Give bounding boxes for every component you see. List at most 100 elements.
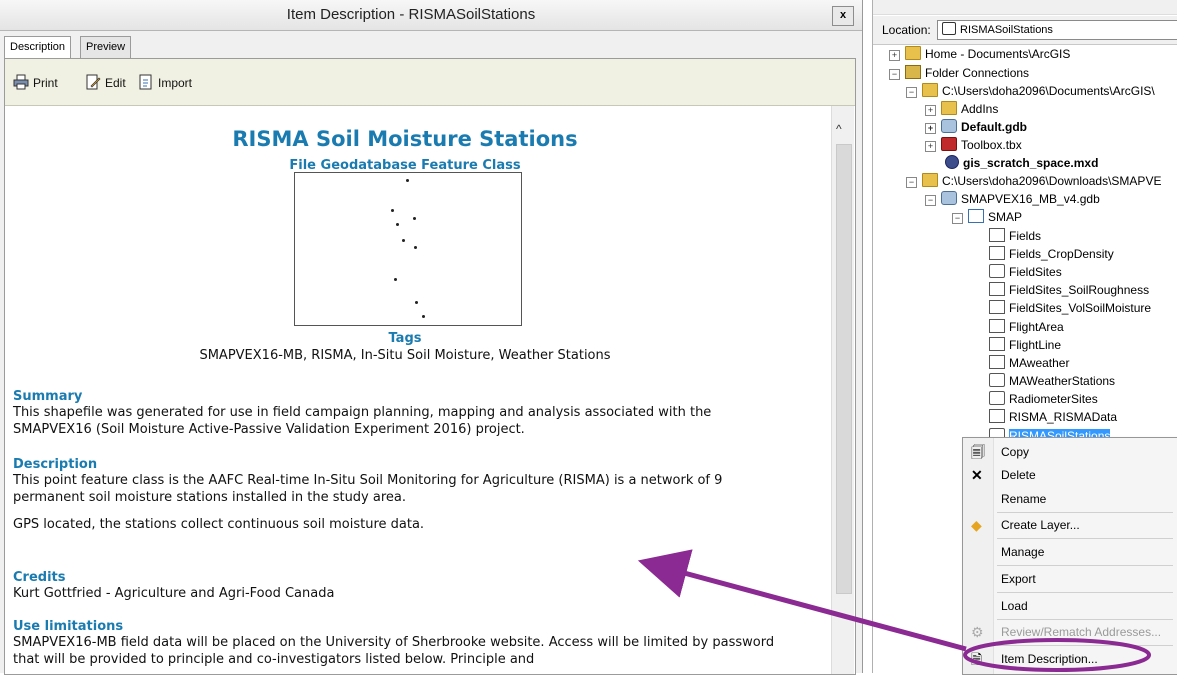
tree-item[interactable]: − SMAPVEX16_MB_v4.gdb	[925, 190, 1100, 208]
thumbnail-point	[422, 315, 425, 318]
tree-item[interactable]: gis_scratch_space.mxd	[945, 154, 1098, 172]
use-limitations-heading: Use limitations	[13, 619, 124, 634]
tree-item[interactable]: − Folder Connections	[889, 64, 1029, 82]
tree-item[interactable]: RISMA_RISMAData	[989, 408, 1117, 426]
tree-item[interactable]: RadiometerSites	[989, 390, 1098, 408]
tree-item[interactable]: FieldSites_SoilRoughness	[989, 281, 1149, 299]
copy-icon: 🗐	[971, 444, 985, 460]
expand-icon[interactable]: +	[925, 105, 936, 116]
import-button[interactable]: Import	[138, 73, 192, 93]
menu-item-label: Rename	[1001, 492, 1047, 506]
menu-item-export[interactable]: Export	[963, 568, 1177, 590]
credits-heading: Credits	[13, 570, 66, 585]
scrollbar-thumb[interactable]	[836, 144, 852, 594]
menu-item-item-description[interactable]: 🗎 Item Description...	[963, 648, 1177, 670]
close-button[interactable]: x	[832, 6, 854, 26]
tree-item[interactable]: − SMAP	[952, 208, 1022, 226]
tree-item[interactable]: Fields_CropDensity	[989, 245, 1114, 263]
menu-item-create-layer[interactable]: ◆ Create Layer...	[963, 514, 1177, 536]
print-button[interactable]: Print	[13, 73, 58, 93]
menu-item-manage[interactable]: Manage	[963, 541, 1177, 563]
collapse-icon[interactable]: −	[889, 69, 900, 80]
folder-icon	[941, 101, 957, 115]
polygon-feature-class-icon	[989, 319, 1005, 333]
tree-item[interactable]: FieldSites	[989, 263, 1062, 281]
tree-item[interactable]: FlightLine	[989, 336, 1061, 354]
tree-item-label: RISMA_RISMAData	[1009, 410, 1118, 424]
polygon-feature-class-icon	[989, 228, 1005, 242]
tree-item[interactable]: − C:\Users\doha2096\Downloads\SMAPVE	[906, 172, 1161, 190]
location-label: Location:	[882, 23, 931, 37]
menu-item-label: Copy	[1001, 445, 1030, 459]
window-title-bar: Item Description - RISMASoilStations x	[0, 0, 862, 31]
location-bar: Location: RISMASoilStations	[873, 16, 1177, 45]
expand-icon[interactable]: +	[925, 123, 936, 134]
collapse-icon[interactable]: −	[906, 87, 917, 98]
tree-item-label: C:\Users\doha2096\Downloads\SMAPVE	[942, 174, 1162, 188]
tree-item[interactable]: FieldSites_VolSoilMoisture	[989, 299, 1151, 317]
thumbnail-point	[402, 239, 405, 242]
collapse-icon[interactable]: −	[906, 177, 917, 188]
menu-item-copy[interactable]: 🗐 Copy	[963, 441, 1177, 463]
point-feature-class-icon	[989, 264, 1005, 278]
collapse-icon[interactable]: −	[952, 213, 963, 224]
tree-item-label: Fields	[1009, 229, 1042, 243]
item-description-window: Item Description - RISMASoilStations x D…	[0, 0, 863, 675]
edit-icon	[86, 74, 101, 90]
scroll-up-arrow-icon[interactable]: ^	[836, 122, 842, 136]
menu-item-delete[interactable]: ✕ Delete	[963, 464, 1177, 486]
catalog-toolbar	[873, 0, 1177, 15]
expand-icon[interactable]: +	[925, 141, 936, 152]
thumbnail-point	[413, 217, 416, 220]
tree-item[interactable]: MAweather	[989, 354, 1069, 372]
edit-label: Edit	[105, 76, 126, 90]
tags-heading: Tags	[388, 331, 422, 346]
tree-item-label: RadiometerSites	[1009, 392, 1098, 406]
tree-item-label: Fields_CropDensity	[1009, 247, 1114, 261]
tree-item[interactable]: + AddIns	[925, 100, 998, 118]
review-icon: ⚙	[971, 624, 984, 640]
folder-icon	[922, 173, 938, 187]
tree-item[interactable]: Fields	[989, 227, 1041, 245]
document-subtitle: File Geodatabase Feature Class	[289, 158, 521, 173]
tree-item[interactable]: FlightArea	[989, 318, 1064, 336]
relationship-class-icon	[989, 246, 1005, 260]
tree-item[interactable]: − C:\Users\doha2096\Documents\ArcGIS\	[906, 82, 1155, 100]
menu-separator	[997, 565, 1173, 566]
relationship-class-icon	[989, 300, 1005, 314]
tree-item-label: FieldSites_SoilRoughness	[1009, 283, 1150, 297]
point-feature-class-icon	[989, 373, 1005, 387]
menu-item-load[interactable]: Load	[963, 595, 1177, 617]
menu-separator	[997, 619, 1173, 620]
print-label: Print	[33, 76, 58, 90]
thumbnail-point	[406, 179, 409, 182]
tree-item[interactable]: MAWeatherStations	[989, 372, 1115, 390]
toolbox-icon	[941, 137, 957, 151]
thumbnail-point	[391, 209, 394, 212]
edit-button[interactable]: Edit	[85, 73, 126, 93]
document-title: RISMA Soil Moisture Stations	[232, 127, 578, 151]
context-menu: 🗐 Copy ✕ Delete Rename ◆ Create Layer... Ma…	[962, 437, 1177, 675]
thumbnail-point	[414, 246, 417, 249]
tree-item[interactable]: + Toolbox.tbx	[925, 136, 1022, 154]
description-toolbar: Print Edit Import	[5, 59, 855, 106]
description-text-1: This point feature class is the AAFC Rea…	[13, 473, 723, 505]
expand-icon[interactable]: +	[889, 50, 900, 61]
tree-item-label: C:\Users\doha2096\Documents\ArcGIS\	[942, 84, 1155, 98]
map-document-icon	[945, 155, 959, 169]
tab-preview[interactable]: Preview	[80, 36, 132, 58]
geodatabase-icon	[941, 119, 957, 133]
window-title: Item Description - RISMASoilStations	[286, 6, 536, 23]
tree-item[interactable]: + Home - Documents\ArcGIS	[889, 45, 1070, 63]
folder-home-icon	[905, 46, 921, 60]
location-field[interactable]: RISMASoilStations	[937, 20, 1177, 40]
menu-item-label: Delete	[1001, 468, 1036, 482]
tree-item-label: FlightArea	[1009, 320, 1064, 334]
vertical-scrollbar[interactable]: ^	[831, 106, 854, 674]
menu-separator	[997, 538, 1173, 539]
tree-item[interactable]: + Default.gdb	[925, 118, 1027, 136]
description-text-2: GPS located, the stations collect contin…	[13, 517, 425, 532]
tab-description[interactable]: Description	[4, 36, 72, 59]
menu-item-rename[interactable]: Rename	[963, 488, 1177, 510]
collapse-icon[interactable]: −	[925, 195, 936, 206]
